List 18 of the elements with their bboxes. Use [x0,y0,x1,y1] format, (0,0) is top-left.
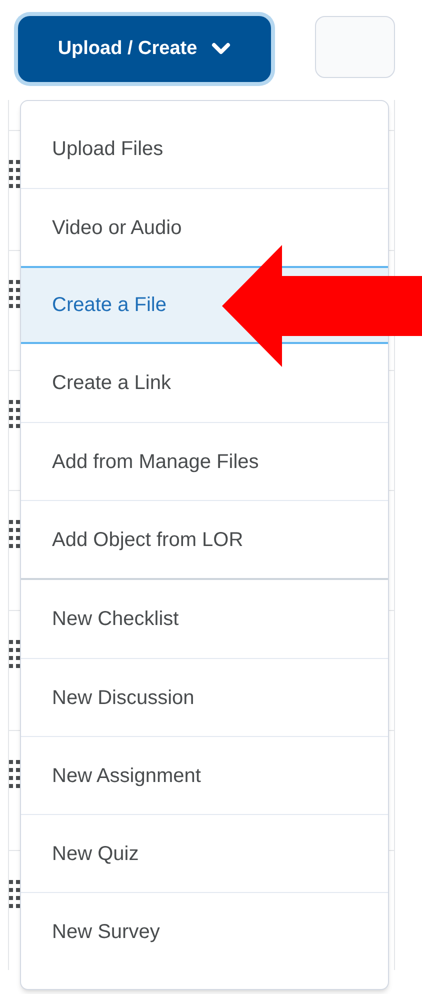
drag-handle-icon[interactable] [9,159,20,191]
drag-handle-icon[interactable] [9,879,20,911]
menu-item[interactable]: Upload Files [21,110,388,188]
menu-item[interactable]: New Survey [21,892,388,970]
upload-create-button[interactable]: Upload / Create [18,16,271,82]
drag-handle-icon[interactable] [9,639,20,671]
menu-item[interactable]: Add from Manage Files [21,422,388,500]
menu-item[interactable]: New Checklist [21,580,388,658]
menu-item[interactable]: New Quiz [21,814,388,892]
drag-handle-icon[interactable] [9,279,20,311]
menu-item[interactable]: New Assignment [21,736,388,814]
drag-handle-icon[interactable] [9,759,20,791]
drag-handle-icon[interactable] [9,519,20,551]
chevron-icon [211,42,232,56]
menu-item[interactable]: Create a Link [21,344,388,422]
drag-handle-icon[interactable] [9,399,20,431]
menu-item[interactable]: New Discussion [21,658,388,736]
menu-item[interactable]: Add Object from LOR [21,500,388,578]
